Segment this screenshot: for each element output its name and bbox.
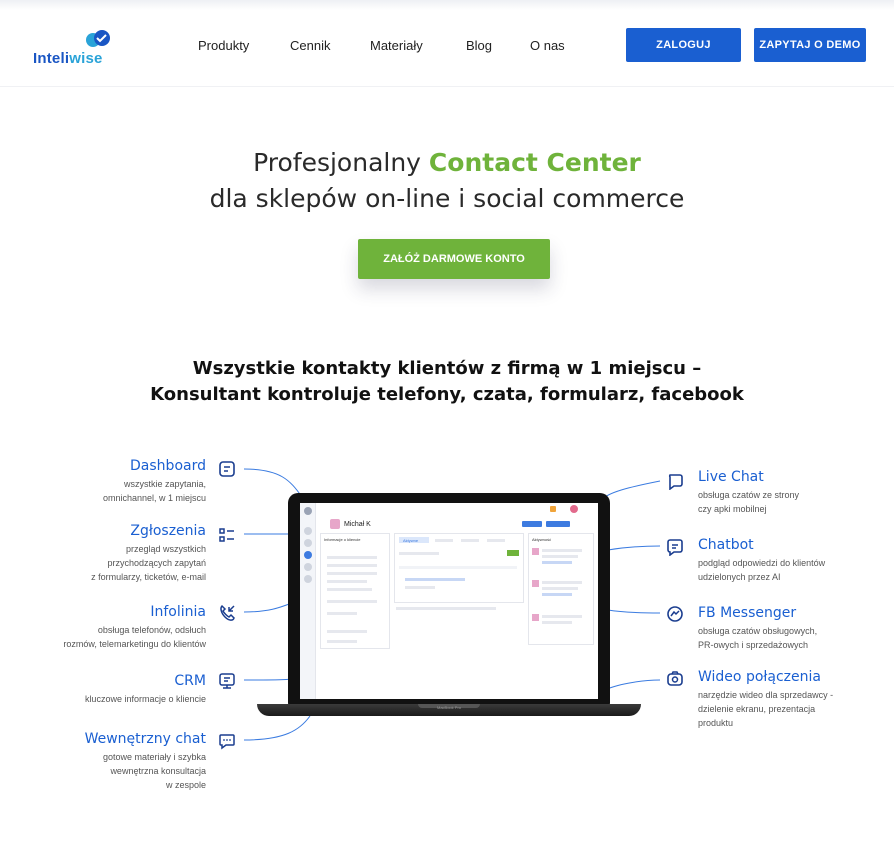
nav-produkty[interactable]: Produkty	[198, 38, 249, 53]
sidebar-icon	[304, 575, 312, 583]
user-avatar	[330, 519, 340, 529]
messenger-icon	[667, 606, 683, 622]
feature-infolinia: Infolinia obsługa telefonów, odsłuch rozm…	[63, 604, 206, 651]
dashboard-icon	[219, 461, 235, 477]
feature-desc: narzędzie wideo dla sprzedawcy - dzieleni…	[698, 690, 834, 728]
active-tab: Aktywne	[403, 538, 419, 543]
sidebar-icon	[304, 551, 312, 559]
logo[interactable]: Inteliwise	[33, 28, 113, 72]
activity-title: Aktywność	[532, 537, 552, 542]
feature-desc: podgląd odpowiedzi do klientów udzielonyc…	[698, 558, 826, 582]
app-sidebar	[300, 503, 316, 699]
create-account-button[interactable]: ZAŁÓŻ DARMOWE KONTO	[358, 239, 550, 279]
top-strip	[0, 0, 894, 10]
panel-title: Informacje o kliencie	[324, 537, 361, 542]
hero-title-line1: Profesjonalny Contact Center	[253, 148, 641, 177]
feature-video: Wideo połączenia narzędzie wideo dla spr…	[698, 669, 833, 730]
nav-materialy[interactable]: Materiały	[370, 38, 423, 53]
chatbot-icon	[667, 539, 683, 556]
section-title-line2: Konsultant kontroluje telefony, czata, f…	[150, 384, 744, 405]
app-button	[522, 521, 542, 527]
hero-highlight: Contact Center	[428, 148, 641, 177]
phone-icon	[220, 604, 235, 621]
tickets-panel: Aktywne	[394, 533, 524, 603]
app-user-name: Michał K	[344, 521, 371, 528]
sidebar-icon	[304, 563, 312, 571]
feature-title: Zgłoszenia	[130, 523, 206, 539]
app-logo-icon	[304, 507, 312, 515]
feature-desc: przegląd wszystkich przychodzących zapyta…	[91, 544, 206, 582]
nav-cennik[interactable]: Cennik	[290, 38, 330, 53]
feature-chatbot: Chatbot podgląd odpowiedzi do klientów ud…	[698, 537, 825, 584]
logo-mark-icon	[86, 30, 110, 47]
feature-live-chat: Live Chat obsługa czatów ze strony czy ap…	[698, 469, 799, 516]
feature-desc: gotowe materiały i szybka wewnętrzna kons…	[102, 752, 206, 790]
feature-desc: kluczowe informacje o kliencie	[84, 694, 206, 704]
feature-desc: wszystkie zapytania, omnichannel, w 1 mie…	[102, 479, 206, 503]
nav-blog[interactable]: Blog	[466, 38, 492, 53]
status-badge	[550, 506, 556, 512]
logo-text: Inteliwise	[33, 50, 103, 67]
login-button[interactable]: ZALOGUJ	[626, 28, 741, 62]
feature-title: Dashboard	[130, 458, 206, 474]
client-info-panel: Informacje o kliencie	[320, 533, 390, 649]
nav-o-nas[interactable]: O nas	[530, 38, 565, 53]
feature-internal-chat: Wewnętrzny chat gotowe materiały i szybk…	[85, 731, 206, 792]
live-chat-icon	[668, 474, 683, 490]
feature-crm: CRM kluczowe informacje o kliencie	[85, 673, 206, 706]
demo-button[interactable]: ZAPYTAJ O DEMO	[754, 28, 866, 62]
feature-dashboard: Dashboard wszystkie zapytania, omnichanne…	[103, 458, 206, 505]
sidebar-icon	[304, 539, 312, 547]
video-icon	[667, 671, 683, 686]
feature-zgloszenia: Zgłoszenia przegląd wszystkich przychodzą…	[91, 523, 206, 584]
feature-fb-messenger: FB Messenger obsługa czatów obsługowych,…	[698, 605, 817, 652]
feature-title: Chatbot	[698, 537, 754, 553]
feature-title: FB Messenger	[698, 605, 797, 621]
activity-panel: Aktywność	[528, 533, 594, 645]
app-button	[546, 521, 570, 527]
laptop-mockup: Michał K Informacje o kliencie Aktywne A…	[288, 493, 610, 705]
feature-title: Wewnętrzny chat	[84, 731, 206, 747]
section-title-line1: Wszystkie kontakty klientów z firmą w 1 …	[192, 358, 702, 379]
feature-title: CRM	[174, 673, 206, 689]
feature-title: Infolinia	[150, 604, 206, 620]
tickets-icon	[219, 528, 234, 542]
laptop-label: MacBook Pro	[436, 705, 461, 710]
feature-desc: obsługa czatów ze strony czy apki mobilne…	[698, 490, 800, 514]
feature-desc: obsługa telefonów, odsłuch rozmów, telema…	[63, 625, 206, 649]
hero-title-line2: dla sklepów on-line i social commerce	[209, 184, 685, 213]
profile-avatar	[570, 505, 578, 513]
site-header: Inteliwise Produkty Cennik Materiały Blo…	[0, 10, 894, 80]
internal-chat-icon	[219, 734, 235, 750]
header-divider	[0, 86, 894, 87]
feature-desc: obsługa czatów obsługowych, PR-owych i sp…	[698, 626, 818, 650]
app-screenshot: Michał K Informacje o kliencie Aktywne A…	[300, 503, 598, 699]
sidebar-icon	[304, 527, 312, 535]
feature-title: Live Chat	[698, 469, 764, 485]
feature-title: Wideo połączenia	[698, 669, 821, 685]
crm-icon	[219, 673, 235, 689]
